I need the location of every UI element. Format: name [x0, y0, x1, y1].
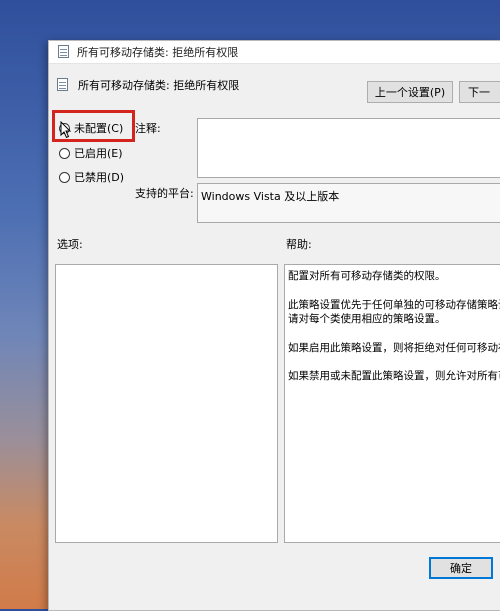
- supported-platform-field: Windows Vista 及以上版本: [197, 183, 500, 223]
- supported-platform-label: 支持的平台:: [135, 187, 194, 200]
- policy-name: 所有可移动存储类: 拒绝所有权限: [78, 79, 240, 92]
- previous-setting-button[interactable]: 上一个设置(P): [367, 81, 453, 103]
- options-panel[interactable]: [55, 264, 278, 543]
- policy-icon: [57, 45, 71, 59]
- next-setting-button[interactable]: 下一: [459, 81, 500, 103]
- comment-label: 注释:: [135, 122, 161, 135]
- radio-disabled-indicator[interactable]: [59, 171, 70, 183]
- help-line: 此策略设置优先于任何单独的可移动存储策略设: [288, 298, 500, 311]
- mouse-cursor-icon: [60, 121, 72, 139]
- policy-dialog: 所有可移动存储类: 拒绝所有权限 所有可移动存储类: 拒绝所有权限 上一个设置(…: [48, 40, 500, 611]
- radio-disabled-label: 已禁用(D): [74, 171, 125, 184]
- policy-header: 所有可移动存储类: 拒绝所有权限: [56, 77, 239, 93]
- window-title: 所有可移动存储类: 拒绝所有权限: [77, 46, 239, 59]
- help-label: 帮助:: [286, 238, 312, 251]
- help-line: 配置对所有可移动存储类的权限。: [288, 270, 446, 282]
- help-line: 如果启用此策略设置，则将拒绝对任何可移动存: [288, 341, 500, 354]
- policy-setting-icon: [56, 78, 70, 92]
- title-bar[interactable]: 所有可移动存储类: 拒绝所有权限: [49, 41, 500, 63]
- help-line: 请对每个类使用相应的策略设置。: [288, 313, 446, 325]
- radio-enabled[interactable]: 已启用(E): [59, 145, 123, 161]
- supported-platform-value: Windows Vista 及以上版本: [201, 190, 340, 203]
- options-label: 选项:: [57, 238, 83, 251]
- help-line: 如果禁用或未配置此策略设置，则允许对所有可: [288, 370, 500, 382]
- help-panel[interactable]: 配置对所有可移动存储类的权限。 此策略设置优先于任何单独的可移动存储策略设 请对…: [284, 264, 500, 543]
- radio-enabled-label: 已启用(E): [74, 147, 123, 160]
- dialog-body: 所有可移动存储类: 拒绝所有权限 上一个设置(P) 下一 未配置(C) 已启用(…: [49, 63, 500, 610]
- comment-textarea[interactable]: [197, 118, 500, 178]
- radio-disabled[interactable]: 已禁用(D): [59, 169, 124, 185]
- ok-button[interactable]: 确定: [429, 557, 493, 579]
- radio-enabled-indicator[interactable]: [59, 147, 70, 159]
